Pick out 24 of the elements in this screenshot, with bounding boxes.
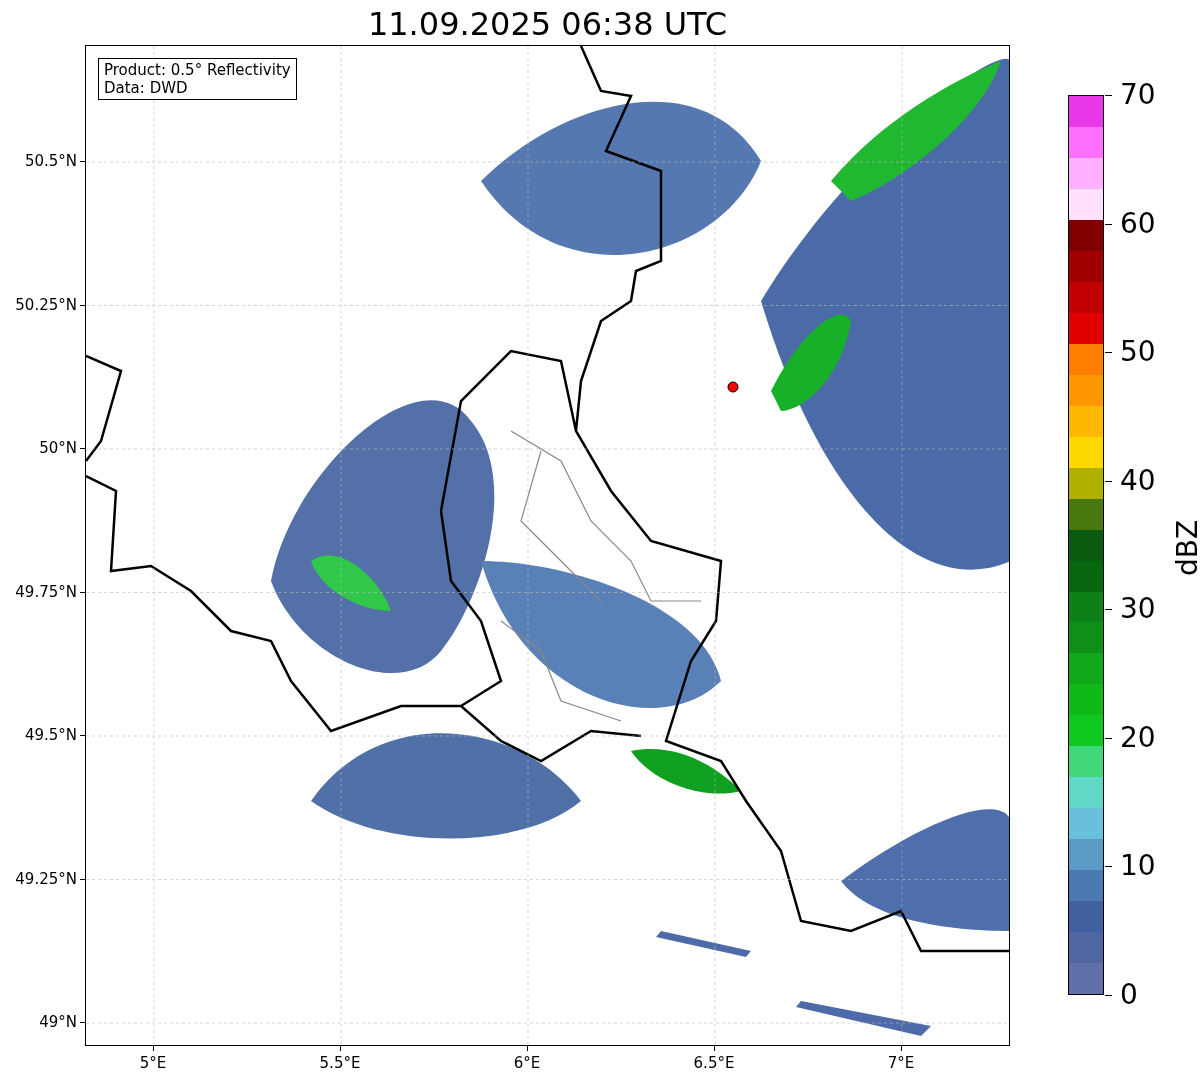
axis-tick-label: 50°N [39,437,77,459]
chart-title: 11.09.2025 06:38 UTC [366,4,729,45]
colorbar-label: dBZ [1170,519,1202,577]
colorbar-tick-label: 40 [1120,465,1156,496]
axis-tick-label: 49°N [39,1011,77,1033]
axis-tick-label: 7°E [887,1053,915,1074]
axis-tick-label: 50.25°N [15,294,77,316]
axis-tick-label: 6°E [513,1053,541,1074]
axis-tick-label: 5.5°E [319,1053,361,1074]
info-text: Product: 0.5° Reflectivity [104,61,291,79]
colorbar-tick-label: 60 [1120,208,1156,239]
axis-tick-label: 49.25°N [15,868,77,890]
axis-tick-label: 5°E [139,1053,167,1074]
colorbar-tick-label: 10 [1120,851,1156,882]
colorbar-tick-label: 20 [1120,722,1156,753]
axis-tick-label: 49.75°N [15,581,77,603]
colorbar-tick-label: 0 [1120,980,1138,1010]
colorbar-tick-label: 30 [1120,594,1156,625]
info-text: Data: DWD [104,79,189,97]
axis-tick-label: 49.5°N [24,724,77,746]
colorbar-tick-label: 50 [1120,337,1156,368]
axis-tick-label: 50.5°N [24,150,77,172]
axis-tick-label: 6.5°E [693,1053,735,1074]
colorbar-tick-label: 70 [1120,80,1156,110]
